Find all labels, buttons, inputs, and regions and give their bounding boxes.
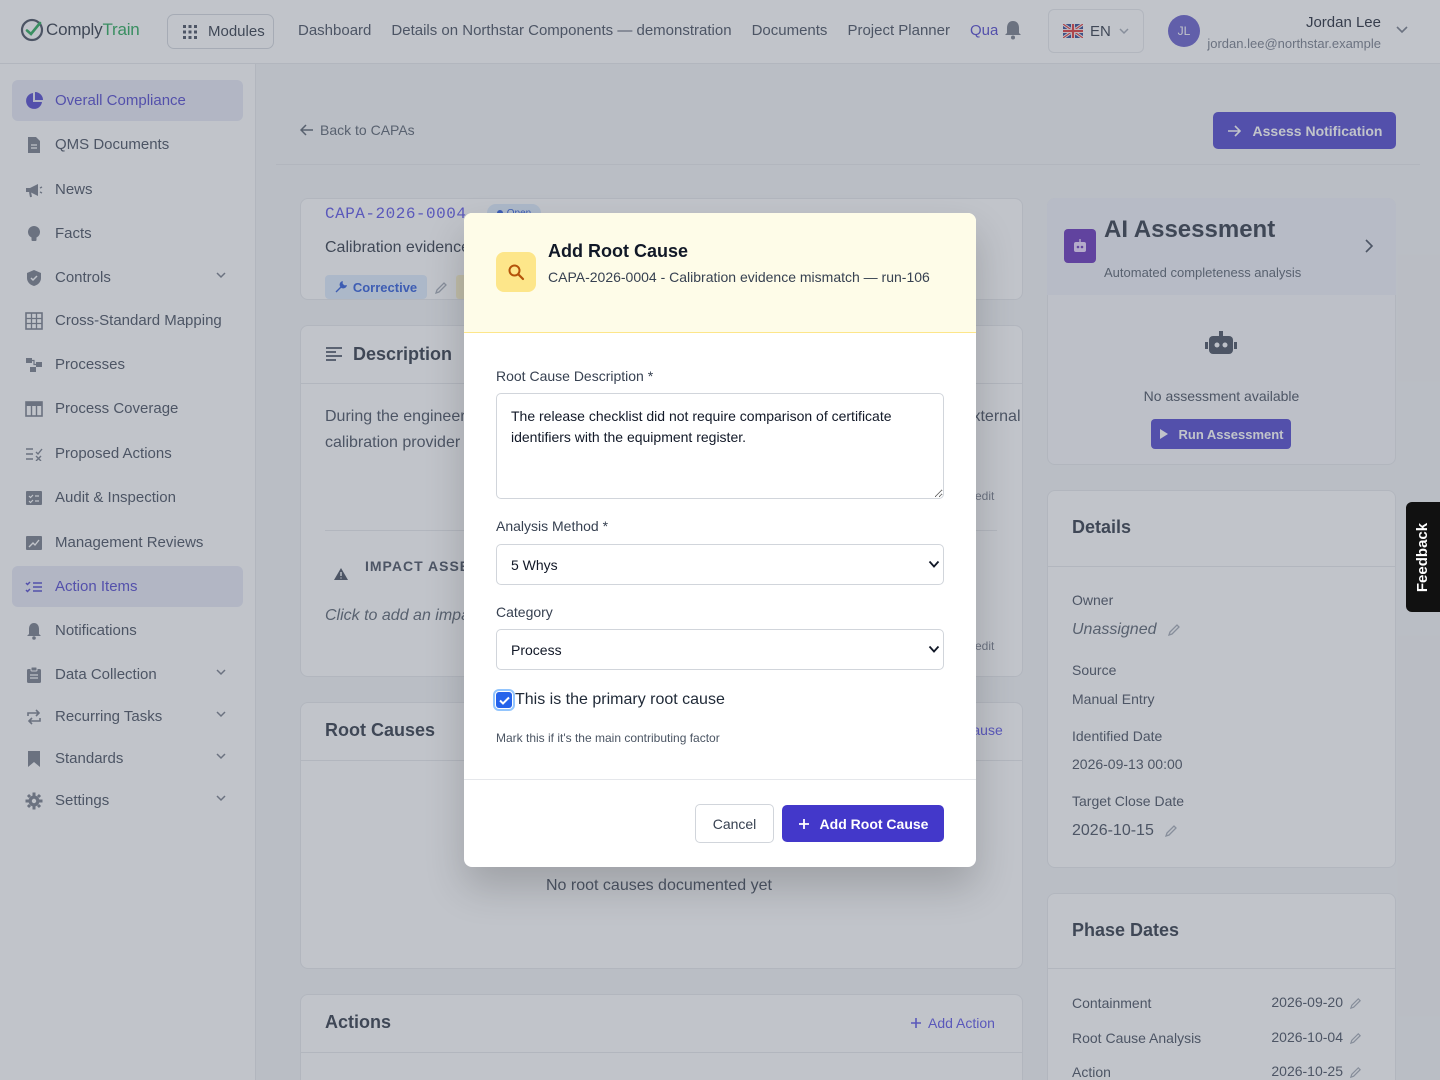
category-value: Process bbox=[511, 641, 562, 658]
root-cause-description-label: Root Cause Description * bbox=[496, 368, 654, 384]
add-root-cause-modal: Add Root Cause CAPA-2026-0004 - Calibrat… bbox=[464, 213, 976, 867]
primary-root-cause-label[interactable]: This is the primary root cause bbox=[515, 691, 725, 709]
checkmark-icon bbox=[498, 696, 510, 705]
chevron-down-icon bbox=[928, 645, 940, 653]
category-select[interactable]: Process bbox=[496, 629, 944, 670]
primary-root-cause-option: This is the primary root cause bbox=[493, 689, 725, 711]
analysis-method-select[interactable]: 5 Whys bbox=[496, 544, 944, 585]
plus-icon bbox=[798, 818, 809, 829]
analysis-method-value: 5 Whys bbox=[511, 556, 558, 573]
search-icon bbox=[496, 252, 536, 292]
cancel-button[interactable]: Cancel bbox=[695, 804, 774, 843]
analysis-method-label: Analysis Method * bbox=[496, 518, 609, 534]
modal-title: Add Root Cause bbox=[548, 241, 689, 261]
modal-header: Add Root Cause CAPA-2026-0004 - Calibrat… bbox=[464, 213, 976, 333]
category-label: Category bbox=[496, 604, 553, 620]
feedback-tab[interactable]: Feedback bbox=[1406, 502, 1440, 612]
chevron-down-icon bbox=[928, 560, 940, 568]
root-cause-description-field[interactable] bbox=[496, 393, 944, 499]
primary-root-cause-checkbox[interactable] bbox=[493, 689, 515, 711]
modal-footer-divider bbox=[464, 779, 976, 780]
add-root-cause-button[interactable]: Add Root Cause bbox=[782, 805, 944, 842]
primary-root-cause-hint: Mark this if it's the main contributing … bbox=[496, 731, 720, 745]
modal-subtitle: CAPA-2026-0004 - Calibration evidence mi… bbox=[548, 269, 930, 285]
